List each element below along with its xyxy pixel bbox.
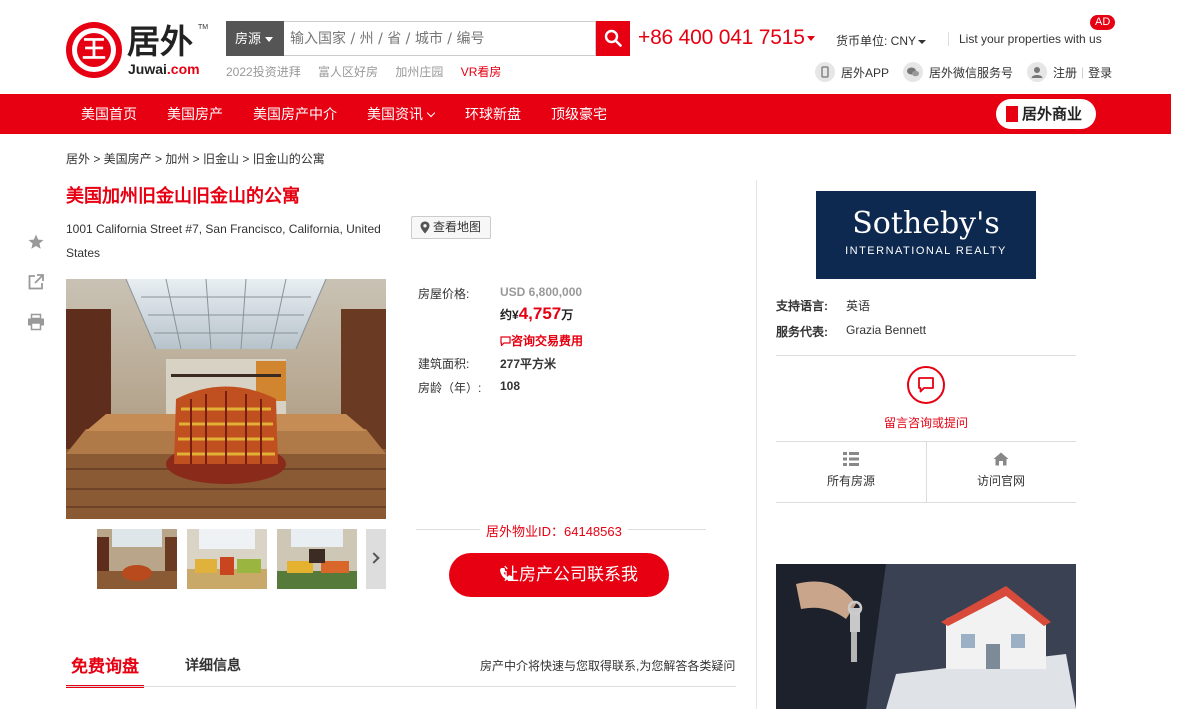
search-bar: 房源 (226, 21, 630, 56)
age-label: 房龄（年）: (418, 381, 482, 395)
caret-down-icon (806, 35, 815, 41)
contact-me-button[interactable]: 让房产公司联系我 (449, 553, 669, 597)
hot-links: 2022投资进拜 富人区好房 加州庄园 VR看房 (226, 63, 515, 80)
caret-down-icon (918, 39, 927, 44)
main-nav: 美国首页 美国房产 美国房产中介 美国资讯 环球新盘 顶级豪宅 居外商业 (0, 94, 1171, 134)
search-icon (604, 29, 622, 47)
breadcrumb[interactable]: 居外 > 美国房产 > 加州 > 旧金山 > 旧金山的公寓 (66, 150, 325, 167)
property-id: 居外物业ID：64148563 (480, 521, 628, 540)
login-link[interactable]: 登录 (1088, 64, 1112, 81)
logo-text-cn: 居外 (127, 22, 193, 61)
photo-thumbnail[interactable] (187, 529, 267, 589)
nav-item-us-agents[interactable]: 美国房产中介 (253, 94, 337, 134)
star-icon[interactable] (27, 233, 45, 251)
logo-text-en: Juwai.com (128, 61, 200, 77)
nav-item-us-home[interactable]: 美国首页 (81, 94, 137, 134)
view-map-button[interactable]: 查看地图 (411, 216, 491, 239)
share-icon[interactable] (27, 273, 45, 291)
hot-link[interactable]: 加州庄园 (395, 65, 443, 79)
page-title: 美国加州旧金山旧金山的公寓 (66, 186, 300, 206)
juwai-commercial-button[interactable]: 居外商业 (996, 99, 1096, 129)
rep-label: 服务代表: (776, 325, 828, 339)
tab-free-inquiry[interactable]: 免费询盘 (66, 652, 144, 688)
ad-badge: AD (1090, 15, 1116, 30)
main-property-photo[interactable] (66, 279, 386, 519)
nav-item-us-news[interactable]: 美国资讯 (367, 94, 436, 134)
language-label: 支持语言: (776, 299, 828, 313)
phone-icon (500, 568, 513, 581)
all-listings-button[interactable]: 所有房源 (776, 442, 926, 502)
price-cny: 约¥4,757万 (500, 304, 574, 323)
juwai-logo[interactable]: 王 居外 TM Juwai.com (66, 22, 211, 80)
agency-logo[interactable]: Sotheby's INTERNATIONAL REALTY (816, 191, 1036, 279)
tabs-divider (66, 686, 736, 687)
nav-item-new-developments[interactable]: 环球新盘 (465, 94, 521, 134)
caret-down-icon (265, 37, 274, 43)
chevron-right-icon (368, 552, 380, 564)
list-properties-link[interactable]: List your properties with us (948, 32, 1102, 46)
phone-number[interactable]: +86 400 041 7515 (638, 26, 815, 50)
property-address: 1001 California Street #7, San Francisco… (66, 222, 381, 260)
area-value: 277平方米 (500, 357, 557, 371)
hot-link[interactable]: 2022投资进拜 (226, 65, 301, 79)
top-links: 居外APP 居外微信服务号 注册 | 登录 (815, 62, 1112, 82)
phone-icon (815, 62, 835, 82)
wechat-icon (903, 62, 924, 82)
logo-mark: 王 (66, 22, 122, 78)
list-icon (843, 452, 859, 466)
hot-link-vr[interactable]: VR看房 (461, 65, 502, 79)
hot-link[interactable]: 富人区好房 (318, 65, 378, 79)
message-icon[interactable] (907, 366, 945, 404)
print-icon[interactable] (27, 313, 45, 331)
age-value: 108 (500, 379, 521, 393)
chevron-down-icon (426, 108, 436, 118)
search-input[interactable] (284, 21, 596, 56)
photo-thumbnail[interactable] (97, 529, 177, 589)
photo-thumbnail[interactable] (277, 529, 357, 589)
divider (776, 502, 1076, 503)
language-value: 英语 (846, 299, 871, 313)
register-link[interactable]: 注册 (1027, 62, 1077, 82)
nav-item-us-property[interactable]: 美国房产 (167, 94, 223, 134)
divider (776, 355, 1076, 356)
app-link[interactable]: 居外APP (815, 62, 889, 82)
map-pin-icon (420, 221, 430, 234)
wechat-link[interactable]: 居外微信服务号 (903, 62, 1013, 82)
price-label: 房屋价格: (418, 287, 470, 301)
price-usd: USD 6,800,000 (500, 285, 583, 299)
consult-fee-link[interactable]: 咨询交易费用 (500, 332, 583, 349)
inquiry-note: 房产中介将快速与您取得联系,为您解答各类疑问 (480, 659, 736, 673)
thumbnail-next-button[interactable] (366, 529, 386, 589)
currency-selector[interactable]: 货币单位: CNY (836, 32, 927, 49)
logo-tm: TM (198, 24, 209, 31)
column-divider (756, 180, 757, 709)
area-label: 建筑面积: (418, 357, 470, 371)
chat-icon (500, 336, 511, 347)
visit-website-button[interactable]: 访问官网 (926, 442, 1076, 502)
user-icon (1027, 62, 1048, 82)
tab-details[interactable]: 详细信息 (185, 655, 241, 675)
search-button[interactable] (596, 21, 630, 56)
commercial-logo-icon (1006, 106, 1018, 122)
search-type-dropdown[interactable]: 房源 (226, 21, 284, 56)
nav-item-luxury[interactable]: 顶级豪宅 (551, 94, 607, 134)
home-icon (993, 452, 1009, 466)
message-link[interactable]: 留言咨询或提问 (776, 414, 1076, 431)
promo-banner-image[interactable] (776, 564, 1076, 709)
rep-value: Grazia Bennett (846, 323, 927, 337)
